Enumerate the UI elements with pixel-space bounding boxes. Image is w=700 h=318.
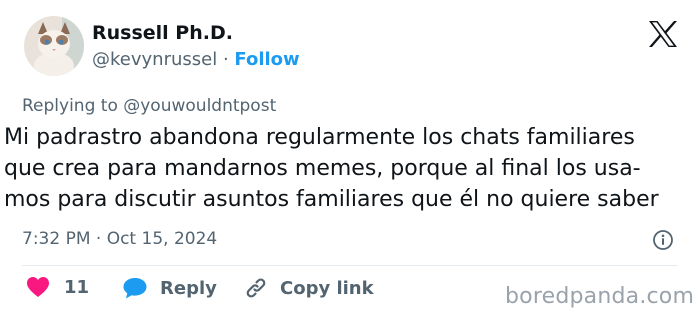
info-icon[interactable]	[652, 229, 674, 251]
reply-button[interactable]: Reply	[122, 276, 217, 300]
x-logo-icon[interactable]	[648, 20, 678, 48]
tweet-text: Mi padrastro abandona regularmente los c…	[4, 122, 696, 215]
divider	[22, 265, 678, 266]
follow-button[interactable]: Follow	[234, 49, 299, 70]
replying-prefix: Replying to	[22, 96, 124, 116]
handle-row: @kevynrussel · Follow	[92, 49, 300, 70]
avatar[interactable]	[24, 16, 84, 76]
replying-to: Replying to @youwouldntpost	[22, 96, 276, 116]
watermark: boredpanda.com	[505, 284, 695, 309]
like-button[interactable]: 11	[26, 276, 89, 298]
user-handle[interactable]: @kevynrussel	[92, 49, 217, 70]
heart-icon	[27, 277, 49, 297]
tweet-line: que crea para mandarnos memes, porque al…	[4, 156, 641, 181]
tweet-line: Mi padrastro abandona regularmente los c…	[4, 125, 635, 150]
tweet-line: mos para discutir asuntos familiares que…	[4, 187, 659, 212]
speech-bubble-icon	[123, 278, 147, 299]
like-count: 11	[64, 276, 90, 298]
copy-link-button[interactable]: Copy link	[244, 276, 374, 300]
reply-label: Reply	[160, 277, 217, 299]
replying-mention[interactable]: @youwouldntpost	[123, 96, 276, 116]
display-name[interactable]: Russell Ph.D.	[92, 22, 233, 44]
copy-link-label: Copy link	[280, 277, 374, 299]
link-icon	[246, 278, 266, 298]
handle-separator: ·	[217, 49, 235, 70]
tweet-timestamp[interactable]: 7:32 PM · Oct 15, 2024	[22, 229, 217, 249]
